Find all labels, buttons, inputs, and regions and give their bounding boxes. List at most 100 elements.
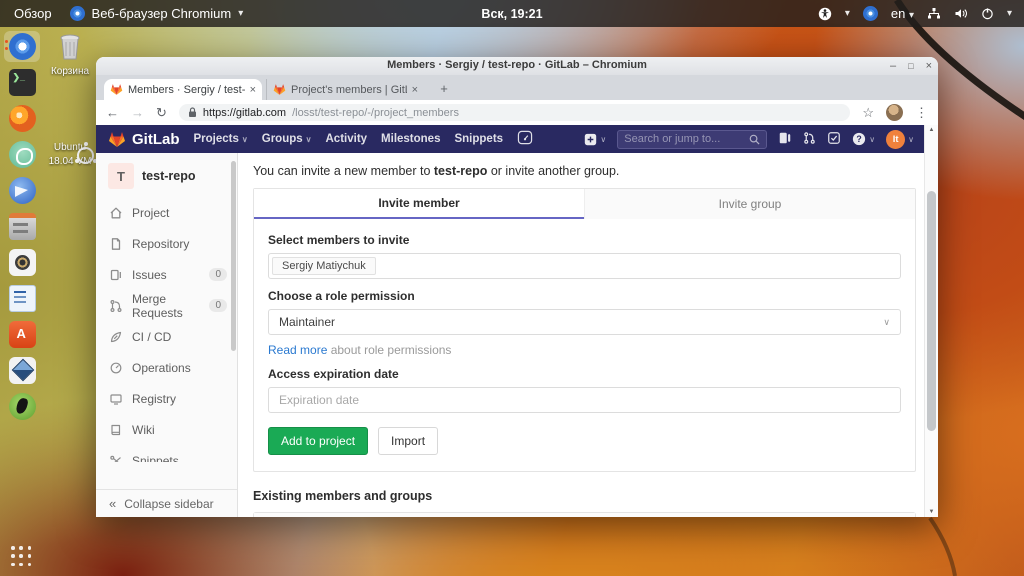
nav-milestones[interactable]: Milestones bbox=[381, 133, 440, 145]
selected-member-chip[interactable]: Sergiy Matiychuk bbox=[272, 257, 376, 275]
chevron-down-icon: ∨ bbox=[908, 134, 914, 144]
sidebar-item-registry[interactable]: Registry bbox=[96, 383, 237, 414]
power-icon[interactable] bbox=[981, 7, 994, 20]
browser-tab-active[interactable]: Members · Sergiy / test-re × bbox=[104, 79, 262, 100]
global-search-input[interactable] bbox=[624, 133, 746, 145]
page-scrollbar-thumb[interactable] bbox=[927, 191, 936, 431]
role-select[interactable]: Maintainer ∨ bbox=[268, 309, 901, 335]
sidebar-item-repository[interactable]: Repository bbox=[96, 228, 237, 259]
nav-groups[interactable]: Groups ∨ bbox=[262, 133, 312, 145]
scroll-up-icon[interactable]: ▲ bbox=[925, 127, 938, 133]
tab-close-icon[interactable]: × bbox=[412, 84, 418, 96]
tab-invite-member[interactable]: Invite member bbox=[254, 189, 584, 219]
read-more-link[interactable]: Read more bbox=[268, 343, 327, 357]
nav-snippets[interactable]: Snippets bbox=[454, 133, 503, 145]
dock-gnome-app[interactable] bbox=[4, 139, 40, 170]
gitlab-sidebar: T test-repo Project Repository Issues 0 … bbox=[96, 153, 238, 517]
accessibility-menu[interactable] bbox=[818, 7, 832, 21]
dock-chromium[interactable] bbox=[4, 31, 40, 62]
global-search[interactable] bbox=[617, 129, 768, 149]
window-titlebar[interactable]: Members · Sergiy / test-repo · GitLab – … bbox=[96, 57, 938, 75]
tab-title: Members · Sergiy / test-re bbox=[128, 83, 245, 96]
sidebar-item-ci-cd[interactable]: CI / CD bbox=[96, 321, 237, 352]
members-card-header: Members of test-repo 1 Name, ascending ∨ bbox=[254, 513, 915, 517]
reload-icon[interactable]: ↻ bbox=[156, 105, 167, 121]
members-label: Select members to invite bbox=[268, 233, 410, 247]
dock-game[interactable] bbox=[4, 391, 40, 422]
trash-desktop-icon[interactable]: Корзина bbox=[44, 33, 96, 78]
new-tab-button[interactable]: + bbox=[434, 79, 454, 100]
sidebar-scrollbar-thumb[interactable] bbox=[231, 161, 236, 351]
monitor-icon bbox=[110, 393, 122, 405]
dock-firefox[interactable] bbox=[4, 103, 40, 134]
gitlab-brand-text: GitLab bbox=[132, 130, 180, 148]
browser-toolbar: ← → ↻ https://gitlab.com/losst/test-repo… bbox=[96, 100, 938, 125]
address-bar[interactable]: https://gitlab.com/losst/test-repo/-/pro… bbox=[178, 104, 851, 121]
dock-libreoffice-writer[interactable] bbox=[4, 283, 40, 314]
clock[interactable]: Вск, 19:21 bbox=[481, 7, 542, 21]
lock-icon bbox=[188, 107, 196, 117]
minimize-button[interactable]: – bbox=[890, 58, 896, 74]
sidebar-item-wiki[interactable]: Wiki bbox=[96, 414, 237, 445]
merge-requests-count-badge: 0 bbox=[209, 299, 227, 312]
members-select-input[interactable]: Sergiy Matiychuk bbox=[268, 253, 901, 279]
search-icon bbox=[749, 134, 760, 145]
dock-thunderbird[interactable] bbox=[4, 175, 40, 206]
sidebar-item-project[interactable]: Project bbox=[96, 197, 237, 228]
dock-virtualbox[interactable] bbox=[4, 355, 40, 386]
sidebar-item-snippets[interactable]: Snippets bbox=[96, 445, 237, 462]
browser-menu-icon[interactable]: ⋮ bbox=[915, 105, 928, 121]
language-indicator[interactable]: en ▾ bbox=[891, 6, 914, 21]
dock-file-cabinet[interactable] bbox=[4, 211, 40, 242]
chromium-indicator-icon[interactable] bbox=[862, 6, 878, 21]
page-scrollbar[interactable]: ▲ ▼ bbox=[924, 125, 938, 517]
sidebar-item-operations[interactable]: Operations bbox=[96, 352, 237, 383]
chevron-down-icon: ∨ bbox=[241, 134, 248, 144]
tab-invite-group[interactable]: Invite group bbox=[584, 189, 915, 219]
sidebar-item-issues[interactable]: Issues 0 bbox=[96, 259, 237, 290]
user-menu[interactable]: lt ∨ bbox=[886, 129, 914, 149]
create-new-menu[interactable]: ∨ bbox=[584, 133, 606, 146]
network-icon[interactable] bbox=[927, 7, 941, 20]
ubuntu-vm-desktop-icon[interactable]: Ubuntu 18.04 VM bbox=[44, 140, 96, 167]
role-hint: Read more about role permissions bbox=[268, 343, 452, 357]
import-button[interactable]: Import bbox=[378, 427, 439, 455]
book-icon bbox=[111, 424, 121, 435]
sidebar-project-header[interactable]: T test-repo bbox=[96, 153, 237, 197]
gitlab-tanuki-icon bbox=[109, 131, 125, 147]
close-button[interactable]: × bbox=[926, 58, 932, 74]
add-to-project-button[interactable]: Add to project bbox=[268, 427, 369, 455]
expiration-date-input[interactable] bbox=[268, 387, 901, 413]
sidebar-item-merge-requests[interactable]: Merge Requests 0 bbox=[96, 290, 237, 321]
dock-media-player[interactable] bbox=[4, 247, 40, 278]
forward-icon[interactable]: → bbox=[131, 105, 144, 120]
issues-nav-icon[interactable] bbox=[778, 131, 792, 148]
maximize-button[interactable]: □ bbox=[908, 58, 913, 74]
collapse-sidebar-button[interactable]: « Collapse sidebar bbox=[96, 489, 237, 517]
browser-tab-background[interactable]: Project's members | GitLa × bbox=[266, 79, 424, 100]
volume-icon[interactable] bbox=[954, 7, 968, 20]
dock-terminal[interactable] bbox=[4, 67, 40, 98]
plus-square-icon bbox=[585, 133, 597, 145]
browser-profile-avatar[interactable] bbox=[886, 104, 903, 121]
gitlab-logo[interactable]: GitLab bbox=[108, 131, 180, 148]
help-menu[interactable]: ? ∨ bbox=[852, 132, 875, 146]
tab-close-icon[interactable]: × bbox=[250, 84, 256, 96]
members-page-content: You can invite a new member to test-repo… bbox=[238, 153, 924, 517]
nav-activity[interactable]: Activity bbox=[326, 133, 368, 145]
todos-nav-icon[interactable] bbox=[827, 131, 841, 148]
chevron-down-icon: ∨ bbox=[869, 134, 876, 144]
merge-requests-nav-icon[interactable] bbox=[803, 131, 816, 148]
show-applications-button[interactable] bbox=[11, 546, 33, 568]
user-avatar: lt bbox=[886, 129, 906, 149]
scroll-down-icon[interactable]: ▼ bbox=[925, 509, 938, 515]
nav-projects[interactable]: Projects ∨ bbox=[194, 133, 248, 145]
app-menu[interactable]: Веб-браузер Chromium ▾ bbox=[69, 6, 243, 21]
dock-installer[interactable] bbox=[4, 319, 40, 350]
dashboard-gauge-icon[interactable] bbox=[517, 130, 533, 148]
activities-button[interactable]: Обзор bbox=[14, 6, 52, 21]
desktop: Обзор Веб-браузер Chromium ▾ Вск, 19:21 … bbox=[0, 0, 1024, 576]
back-icon[interactable]: ← bbox=[106, 105, 119, 120]
bookmark-star-icon[interactable]: ☆ bbox=[862, 105, 874, 121]
chevron-down-icon: ▾ bbox=[908, 10, 914, 21]
